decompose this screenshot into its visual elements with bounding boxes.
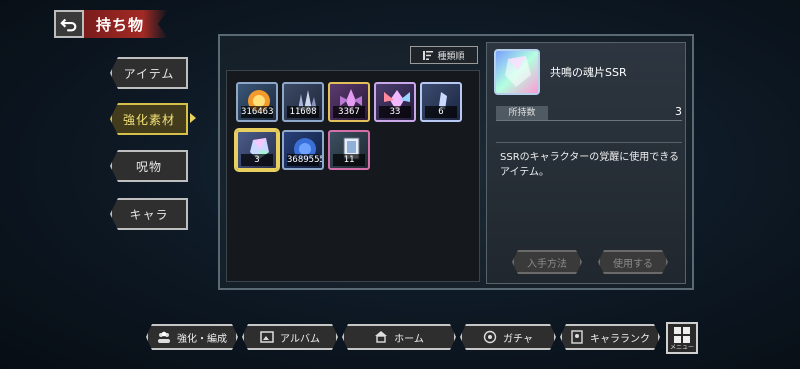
item-count: 11608	[287, 106, 319, 118]
menu-button[interactable]: メニュー	[666, 322, 698, 354]
nav-album[interactable]: アルバム	[242, 324, 338, 350]
acquire-method-button[interactable]: 入手方法	[512, 250, 582, 274]
gacha-icon	[483, 330, 497, 344]
soul-shard-ssr-icon	[494, 49, 540, 95]
tab-items[interactable]: アイテム	[110, 57, 188, 89]
item-slot-soul-shard-ssr[interactable]: 3	[236, 130, 278, 170]
nav-enhance-formation[interactable]: 強化・編成	[146, 324, 238, 350]
tab-label: 強化素材	[122, 112, 175, 127]
active-tab-arrow-icon	[190, 113, 196, 123]
item-slot-card[interactable]: 11	[328, 130, 370, 170]
held-count-value: 3	[675, 105, 682, 118]
album-icon	[260, 330, 274, 344]
nav-label: ガチャ	[503, 333, 533, 345]
item-count: 316463	[241, 106, 274, 118]
tab-characters[interactable]: キャラ	[110, 198, 188, 230]
item-count: 33	[379, 106, 411, 118]
item-slot-purple-crystal-shard[interactable]: 3367	[328, 82, 370, 122]
item-name: 共鳴の魂片SSR	[550, 66, 627, 79]
divider	[496, 120, 682, 121]
sort-button[interactable]: 種類順	[410, 46, 478, 64]
nav-gacha[interactable]: ガチャ	[460, 324, 556, 350]
nav-label: ホーム	[394, 333, 424, 345]
item-count: 3	[241, 154, 273, 166]
tab-label: 呪物	[135, 159, 162, 174]
item-slot-fire-orb[interactable]: 316463	[236, 82, 278, 122]
held-count-label: 所持数	[496, 106, 548, 120]
item-slot-small-soul-shard[interactable]: 6	[420, 82, 462, 122]
nav-label: アルバム	[280, 333, 320, 345]
home-icon	[374, 330, 388, 344]
team-icon	[157, 330, 171, 344]
button-label: 使用する	[613, 258, 653, 270]
sort-icon	[423, 50, 434, 60]
tab-cursed-objects[interactable]: 呪物	[110, 150, 188, 182]
item-count: 3367	[333, 106, 365, 118]
nav-label: 強化・編成	[177, 333, 227, 345]
item-slot-blue-crystal-cluster[interactable]: 11608	[282, 82, 324, 122]
item-count: 3689555	[287, 154, 324, 166]
menu-label: メニュー	[669, 344, 694, 351]
back-button[interactable]	[54, 10, 84, 38]
tab-enhance-materials[interactable]: 強化素材	[110, 103, 188, 135]
divider	[496, 142, 682, 143]
use-button[interactable]: 使用する	[598, 250, 668, 274]
sort-label: 種類順	[437, 51, 465, 62]
button-label: 入手方法	[527, 258, 567, 270]
rank-icon	[570, 330, 584, 344]
tab-label: アイテム	[123, 66, 175, 81]
nav-label: キャラランク	[590, 333, 650, 345]
item-count: 6	[425, 106, 457, 118]
nav-character-rank[interactable]: キャラランク	[560, 324, 660, 350]
page-title: 持ち物	[96, 16, 145, 34]
nav-home[interactable]: ホーム	[342, 324, 456, 350]
back-arrow-icon	[60, 18, 77, 32]
item-description: SSRのキャラクターの覚醒に使用できるアイテム。	[500, 152, 680, 178]
item-count: 11	[333, 154, 365, 166]
item-slot-prism-crystal[interactable]: 33	[374, 82, 416, 122]
tab-label: キャラ	[129, 207, 169, 222]
item-slot-blue-orb[interactable]: 3689555	[282, 130, 324, 170]
